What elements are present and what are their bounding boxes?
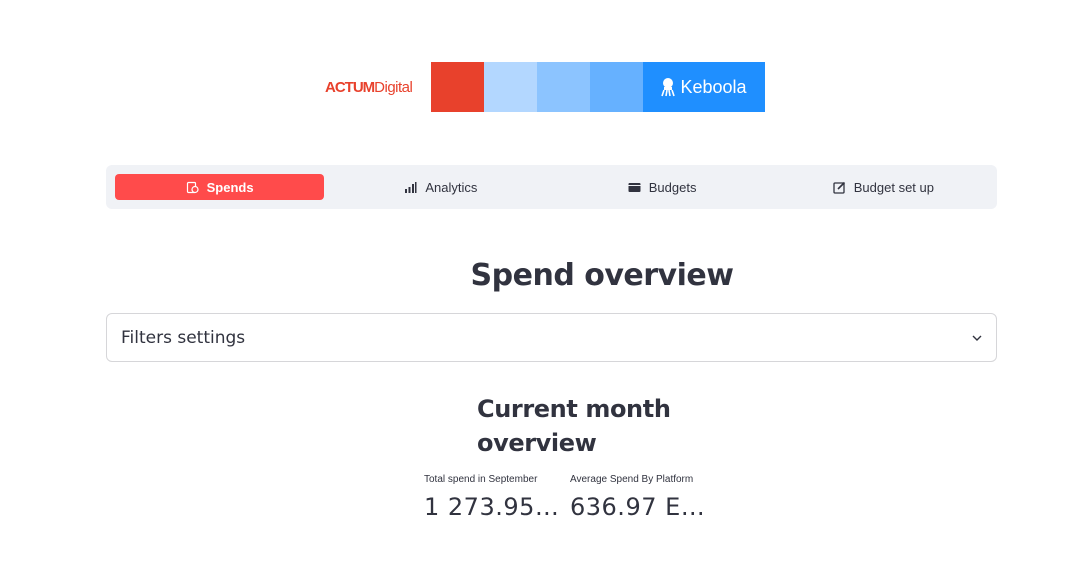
actum-logo-light: Digital	[374, 78, 413, 96]
tab-budgets[interactable]: Budgets	[558, 174, 767, 200]
bar-chart-icon	[404, 181, 417, 193]
keboola-logo-text: Keboola	[680, 76, 747, 97]
metric-total-spend: Total spend in September 1 273.95 …	[424, 474, 562, 521]
receipt-icon	[186, 181, 199, 194]
chevron-down-icon	[972, 332, 982, 344]
tab-spends[interactable]: Spends	[115, 174, 325, 200]
current-month-heading: Current month overview	[477, 395, 671, 457]
metric-value: 1 273.95 …	[424, 493, 562, 521]
actum-logo-bold: ACTUM	[325, 78, 375, 96]
logo-color-block-2	[484, 62, 537, 112]
keboola-octopus-icon	[661, 77, 676, 97]
logo-banner: ACTUM Digital Keboola	[320, 62, 765, 112]
tab-analytics[interactable]: Analytics	[336, 174, 545, 200]
page-title: Spend overview	[470, 258, 734, 293]
metric-average-spend: Average Spend By Platform 636.97 E…	[570, 474, 708, 521]
logo-color-block-3	[537, 62, 590, 112]
edit-icon	[833, 181, 846, 194]
tab-budget-set-up[interactable]: Budget set up	[779, 174, 988, 200]
metric-value: 636.97 E…	[570, 493, 706, 521]
tab-budget-set-up-label: Budget set up	[853, 179, 934, 195]
wallet-icon	[628, 182, 641, 193]
filters-label: Filters settings	[121, 327, 246, 348]
filters-expander[interactable]: Filters settings	[106, 313, 997, 362]
keboola-logo: Keboola	[643, 62, 765, 112]
actum-digital-logo: ACTUM Digital	[320, 79, 431, 96]
metric-label: Total spend in September	[424, 474, 538, 485]
tab-budgets-label: Budgets	[648, 179, 697, 195]
metric-label: Average Spend By Platform	[570, 474, 694, 485]
tab-analytics-label: Analytics	[425, 179, 478, 195]
nav-bar: Spends Analytics Budgets Budget set up	[106, 165, 997, 209]
logo-color-block-1	[431, 62, 484, 112]
tab-spends-label: Spends	[206, 179, 254, 195]
logo-color-block-4	[590, 62, 643, 112]
metrics-row: Total spend in September 1 273.95 … Aver…	[424, 474, 708, 521]
